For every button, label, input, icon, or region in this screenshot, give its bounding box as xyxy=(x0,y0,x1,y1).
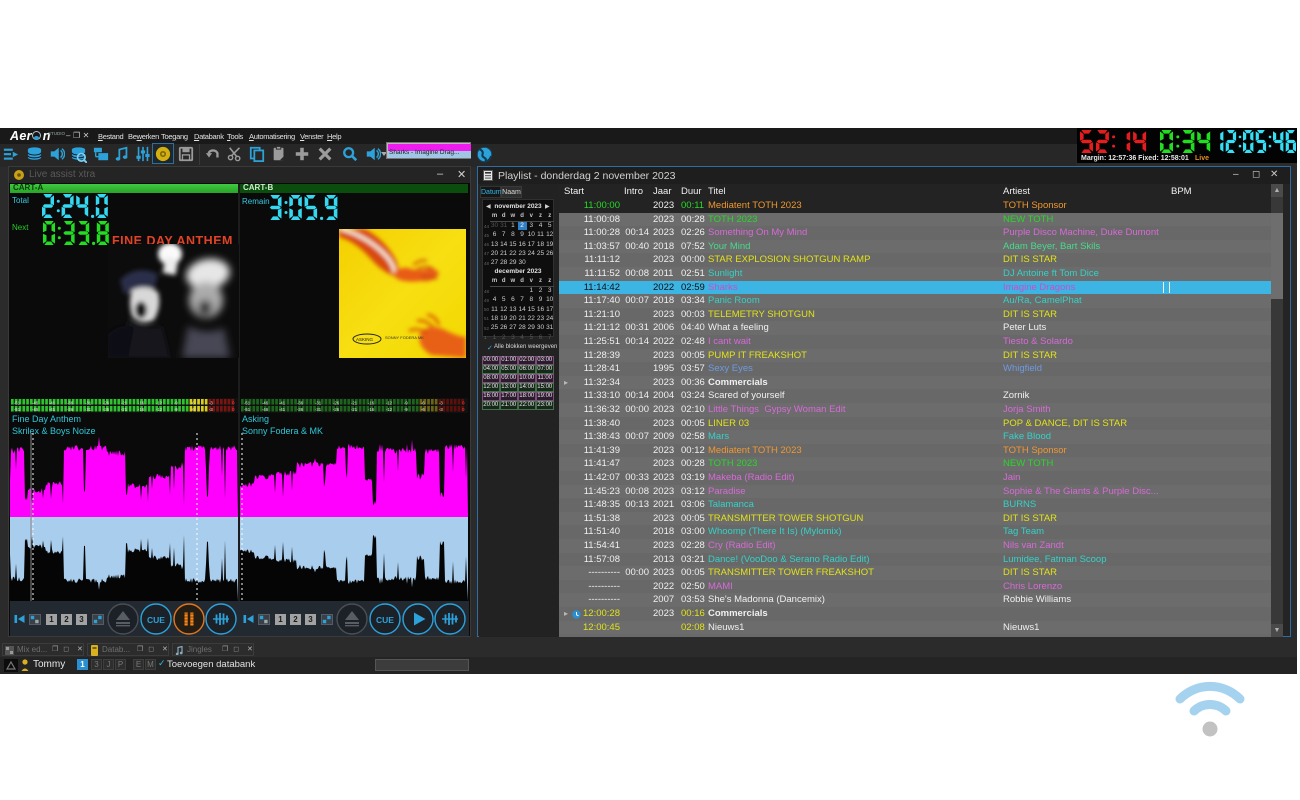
svg-text:-51: -51 xyxy=(14,400,21,405)
svg-text:ASKING: ASKING xyxy=(356,337,374,342)
svg-text:-36: -36 xyxy=(297,400,304,405)
svg-text:-36: -36 xyxy=(67,407,74,412)
svg-text:-12: -12 xyxy=(386,407,393,412)
svg-text:-26: -26 xyxy=(103,400,110,405)
svg-text:-16: -16 xyxy=(138,400,145,405)
svg-text:-12: -12 xyxy=(156,400,163,405)
svg-text:-21: -21 xyxy=(351,400,358,405)
svg-text:-41: -41 xyxy=(279,400,286,405)
svg-text:-26: -26 xyxy=(333,400,340,405)
svg-text:-26: -26 xyxy=(333,407,340,412)
svg-text:-16: -16 xyxy=(368,400,375,405)
svg-text:-41: -41 xyxy=(49,400,56,405)
svg-text:SONNY FODERA MK: SONNY FODERA MK xyxy=(385,335,424,340)
svg-text:-51: -51 xyxy=(14,407,21,412)
svg-text:-21: -21 xyxy=(121,400,128,405)
svg-text:-46: -46 xyxy=(32,400,39,405)
svg-text:-46: -46 xyxy=(262,407,269,412)
svg-text:-41: -41 xyxy=(279,407,286,412)
svg-text:-51: -51 xyxy=(244,407,251,412)
svg-text:-26: -26 xyxy=(103,407,110,412)
svg-text:-31: -31 xyxy=(85,400,92,405)
svg-text:CUE: CUE xyxy=(376,615,394,625)
svg-text:-31: -31 xyxy=(85,407,92,412)
svg-text:-41: -41 xyxy=(49,407,56,412)
svg-text:-46: -46 xyxy=(32,407,39,412)
svg-text:-12: -12 xyxy=(386,400,393,405)
svg-text:-21: -21 xyxy=(351,407,358,412)
svg-text:CUE: CUE xyxy=(147,615,165,625)
svg-text:-12: -12 xyxy=(156,407,163,412)
svg-text:-16: -16 xyxy=(368,407,375,412)
svg-text:-36: -36 xyxy=(297,407,304,412)
svg-text:-51: -51 xyxy=(244,400,251,405)
svg-text:-46: -46 xyxy=(262,400,269,405)
svg-text:-31: -31 xyxy=(315,407,322,412)
svg-text:-31: -31 xyxy=(315,400,322,405)
svg-text:-36: -36 xyxy=(67,400,74,405)
svg-text:-21: -21 xyxy=(121,407,128,412)
svg-text:-16: -16 xyxy=(138,407,145,412)
